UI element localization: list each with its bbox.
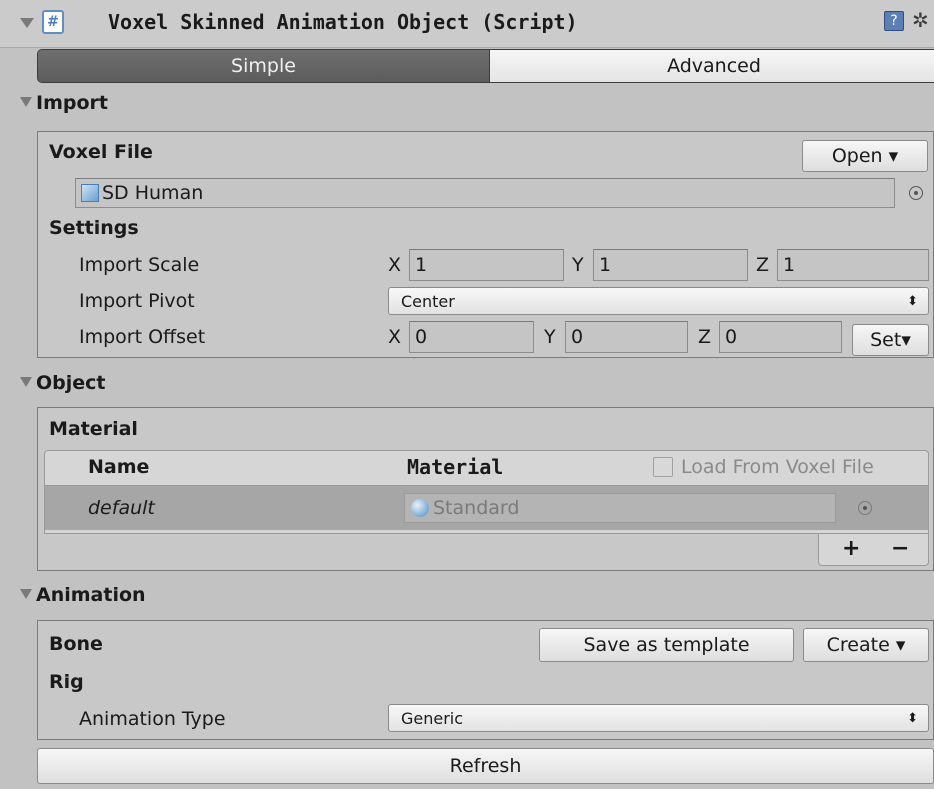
import-offset-label: Import Offset <box>79 326 206 348</box>
scale-y-value: 1 <box>599 254 612 276</box>
save-template-button[interactable]: Save as template <box>539 628 794 662</box>
offset-y-field[interactable]: 0 <box>565 321 688 353</box>
object-picker-icon[interactable] <box>909 186 923 200</box>
animation-type-value: Generic <box>401 709 464 728</box>
rig-label: Rig <box>49 671 84 693</box>
dropdown-arrows-icon: ⬍ <box>907 294 918 309</box>
row-material-value: Standard <box>433 497 520 519</box>
refresh-button[interactable]: Refresh <box>37 748 934 784</box>
foldout-arrow-icon[interactable] <box>20 18 34 28</box>
animation-section-header[interactable]: Animation <box>20 584 146 606</box>
script-icon: # <box>42 10 64 34</box>
set-button[interactable]: Set▾ <box>852 324 929 356</box>
offset-z-value: 0 <box>725 326 738 348</box>
foldout-arrow-icon <box>20 376 32 387</box>
row-material-field[interactable]: Standard <box>404 493 836 523</box>
offset-y-value: 0 <box>571 326 584 348</box>
animation-type-label: Animation Type <box>79 708 226 730</box>
voxel-file-field[interactable]: SD Human <box>75 178 895 208</box>
animation-type-dropdown[interactable]: Generic ⬍ <box>388 704 929 732</box>
material-sphere-icon <box>411 499 429 517</box>
create-button[interactable]: Create ▾ <box>803 628 929 662</box>
pivot-dropdown[interactable]: Center ⬍ <box>388 287 929 315</box>
help-icon[interactable]: ? <box>884 11 904 31</box>
open-button[interactable]: Open ▾ <box>802 140 928 172</box>
tab-simple[interactable]: Simple <box>37 49 490 83</box>
scale-x-field[interactable]: 1 <box>409 249 564 281</box>
scale-z-label: Z <box>756 254 770 276</box>
voxel-file-value: SD Human <box>102 182 204 204</box>
add-icon[interactable]: + <box>842 536 860 561</box>
scale-z-value: 1 <box>783 254 796 276</box>
load-from-voxel-checkbox[interactable] <box>653 457 673 477</box>
load-from-voxel-label: Load From Voxel File <box>681 456 874 478</box>
tab-advanced[interactable]: Advanced <box>489 49 934 83</box>
bone-label: Bone <box>49 633 103 655</box>
dropdown-arrows-icon: ⬍ <box>907 711 918 726</box>
list-footer-buttons <box>818 534 929 566</box>
voxel-file-icon <box>81 184 99 202</box>
offset-x-label: X <box>388 326 402 348</box>
column-name-header: Name <box>88 456 150 478</box>
import-pivot-label: Import Pivot <box>79 290 195 312</box>
pivot-value: Center <box>401 292 455 311</box>
scale-x-value: 1 <box>415 254 428 276</box>
scale-z-field[interactable]: 1 <box>777 249 929 281</box>
row-name: default <box>88 497 155 519</box>
object-section-title: Object <box>36 372 106 394</box>
component-title: Voxel Skinned Animation Object (Script) <box>108 10 578 34</box>
scale-y-field[interactable]: 1 <box>593 249 748 281</box>
component-header: # Voxel Skinned Animation Object (Script… <box>0 0 934 48</box>
import-section-header[interactable]: Import <box>20 92 108 114</box>
import-section-title: Import <box>36 92 108 114</box>
scale-y-label: Y <box>572 254 584 276</box>
material-label: Material <box>49 418 138 440</box>
offset-z-label: Z <box>698 326 712 348</box>
column-material-header: Material <box>407 455 504 479</box>
foldout-arrow-icon <box>20 588 32 599</box>
animation-section-title: Animation <box>36 584 146 606</box>
gear-icon[interactable]: ✲ <box>912 10 929 30</box>
foldout-arrow-icon <box>20 96 32 107</box>
import-scale-label: Import Scale <box>79 254 200 276</box>
offset-y-label: Y <box>544 326 556 348</box>
list-footer-line <box>44 530 929 534</box>
offset-x-value: 0 <box>415 326 428 348</box>
scale-x-label: X <box>388 254 402 276</box>
voxel-file-label: Voxel File <box>49 141 153 163</box>
remove-icon[interactable]: − <box>891 536 909 561</box>
offset-z-field[interactable]: 0 <box>719 321 842 353</box>
object-picker-icon[interactable] <box>858 501 872 515</box>
settings-label: Settings <box>49 217 139 239</box>
object-section-header[interactable]: Object <box>20 372 106 394</box>
offset-x-field[interactable]: 0 <box>409 321 534 353</box>
